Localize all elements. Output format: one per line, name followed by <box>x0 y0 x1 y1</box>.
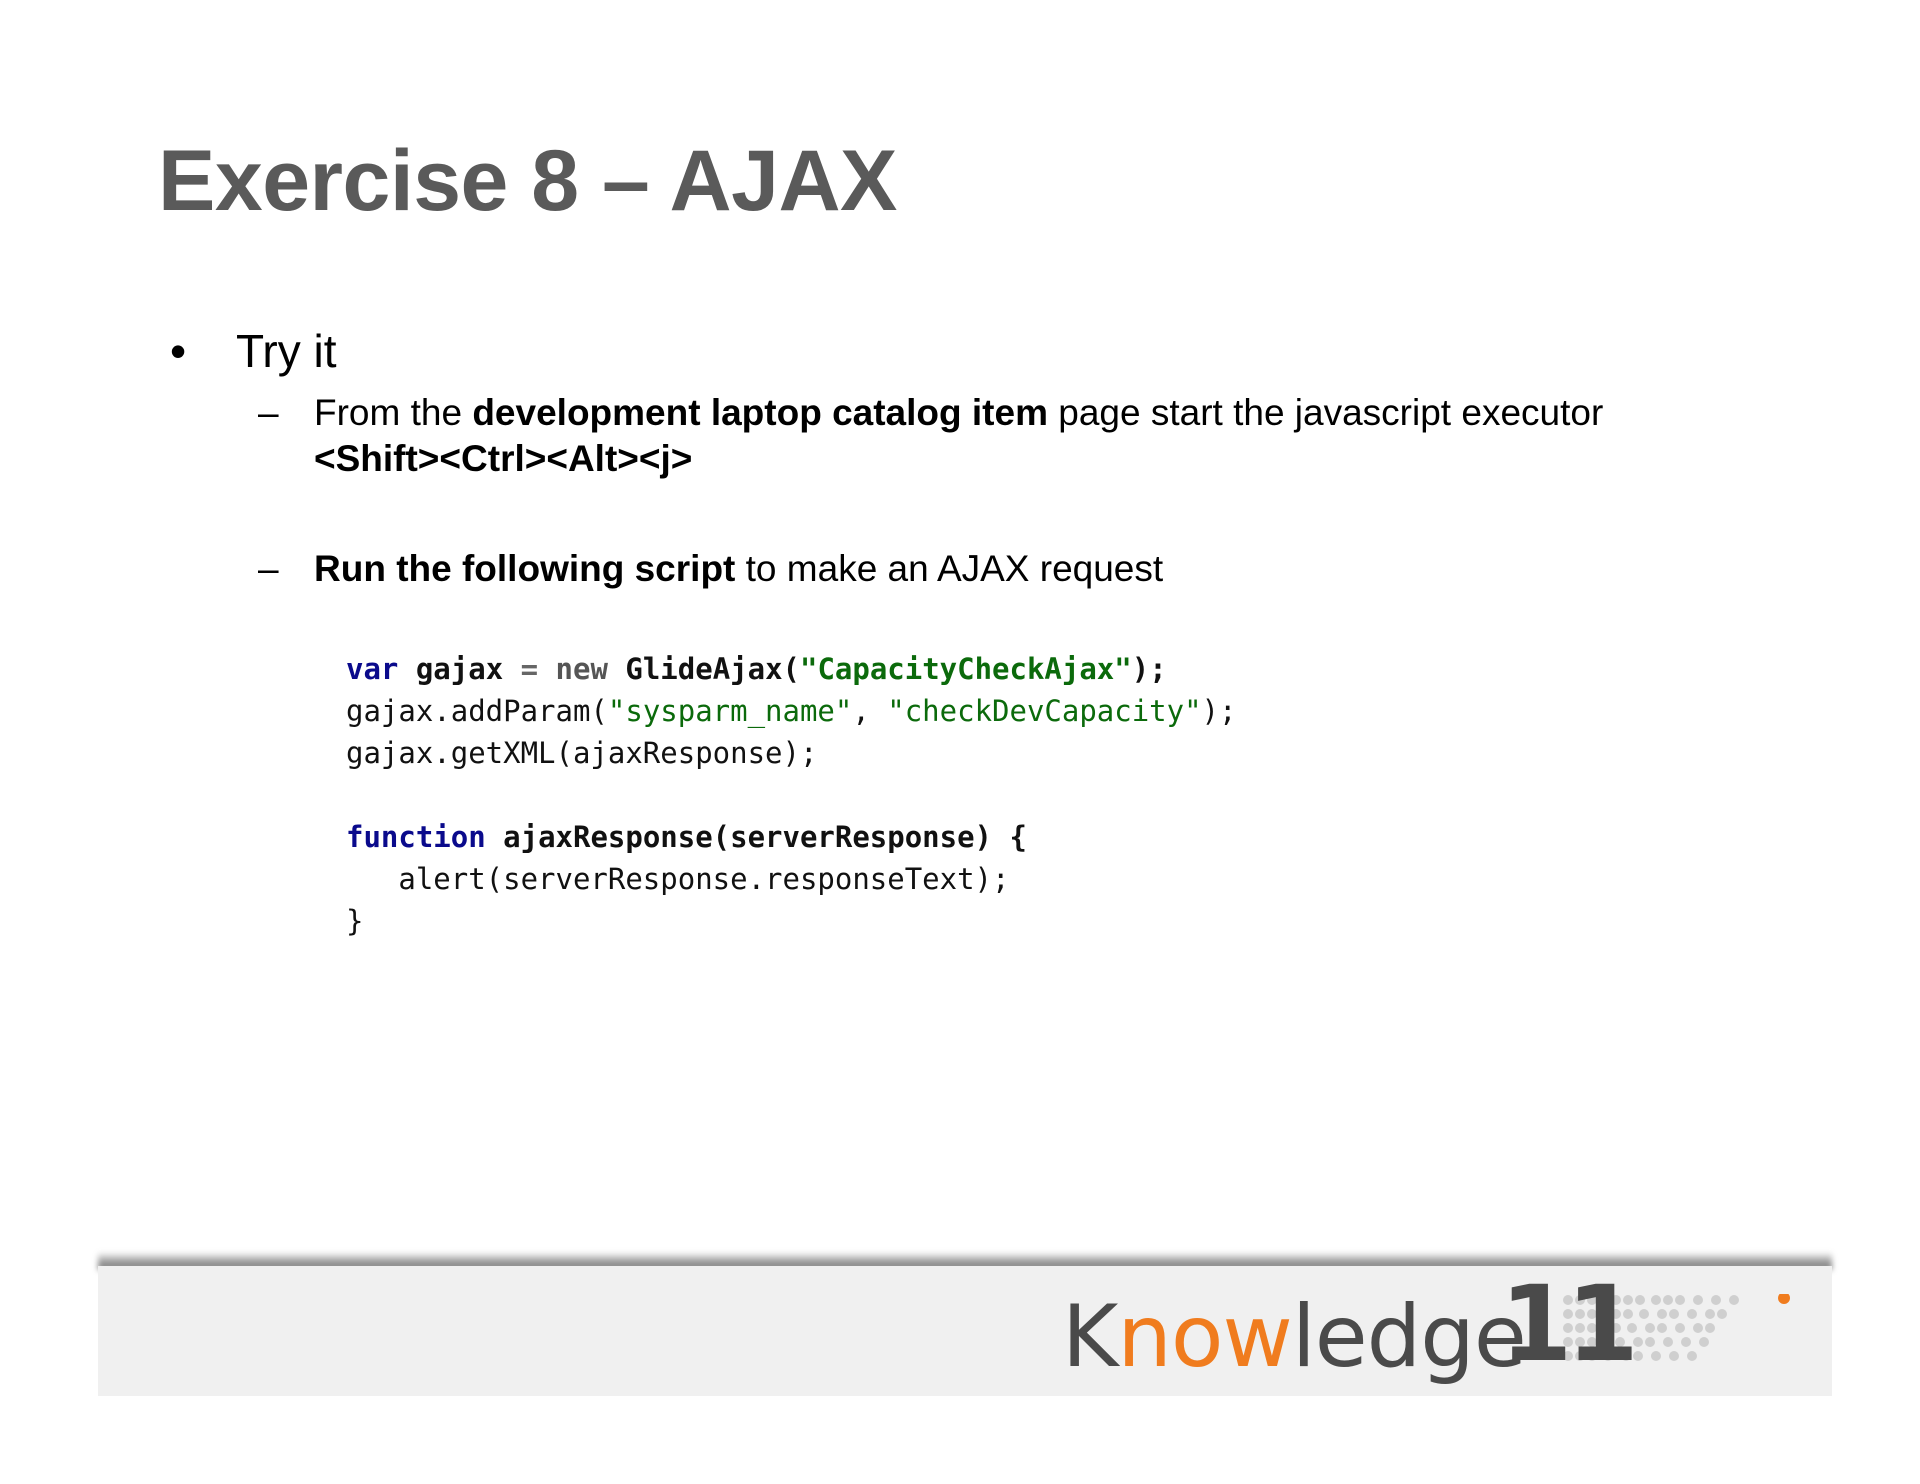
catalog-item-name: development laptop catalog item <box>472 392 1048 433</box>
keyboard-shortcut: <Shift><Ctrl><Alt><j> <box>314 438 693 479</box>
bullet-text: Try it <box>236 325 337 377</box>
code-operator: = <box>520 652 539 686</box>
code-new: new <box>538 652 626 686</box>
code-string: "checkDevCapacity" <box>887 694 1202 728</box>
slide-title: Exercise 8 – AJAX <box>158 133 897 229</box>
logo-ledge: ledge <box>1291 1287 1527 1387</box>
code-function-sig: ajaxResponse(serverResponse) { <box>485 820 1027 854</box>
code-line-1: var gajax = new GlideAjax("CapacityCheck… <box>346 648 1236 690</box>
code-line-2: gajax.addParam("sysparm_name", "checkDev… <box>346 690 1236 732</box>
logo-k: K <box>1062 1287 1118 1387</box>
sub-item-text: Run the following script to make an AJAX… <box>314 546 1163 592</box>
code-call: GlideAjax( <box>625 652 800 686</box>
text-pre: From the <box>314 392 473 433</box>
sub-item-text: From the development laptop catalog item… <box>314 390 1603 482</box>
code-block: var gajax = new GlideAjax("CapacityCheck… <box>346 648 1236 942</box>
code-line-7: } <box>346 904 364 938</box>
text-post: page start the javascript executor <box>1047 392 1604 433</box>
run-script-post: to make an AJAX request <box>735 548 1164 589</box>
dash-marker: – <box>258 548 279 589</box>
code-ident: gajax <box>398 652 521 686</box>
code-end: ); <box>1131 652 1167 686</box>
code-call: gajax.addParam( <box>346 694 608 728</box>
logo-wordmark: Knowledge <box>1062 1294 1527 1380</box>
bullet-marker: • <box>170 325 187 377</box>
knowledge11-logo: Knowledge 11 <box>1062 1263 1790 1400</box>
sub-item-line-1: From the development laptop catalog item… <box>314 390 1603 436</box>
code-string: "sysparm_name" <box>607 694 853 728</box>
code-line-3: gajax.getXML(ajaxResponse); <box>346 736 818 770</box>
code-keyword: var <box>346 652 399 686</box>
code-end: ); <box>1201 694 1237 728</box>
run-script-bold: Run the following script <box>314 548 736 589</box>
code-line-6: alert(serverResponse.responseText); <box>346 862 1010 896</box>
code-string: "CapacityCheckAjax" <box>800 652 1132 686</box>
code-keyword: function <box>346 820 486 854</box>
logo-now: now <box>1117 1287 1292 1387</box>
dash-marker: – <box>258 392 279 433</box>
code-sep: , <box>852 694 888 728</box>
code-line-5: function ajaxResponse(serverResponse) { <box>346 816 1236 858</box>
logo-number: 11 <box>1500 1263 1639 1385</box>
